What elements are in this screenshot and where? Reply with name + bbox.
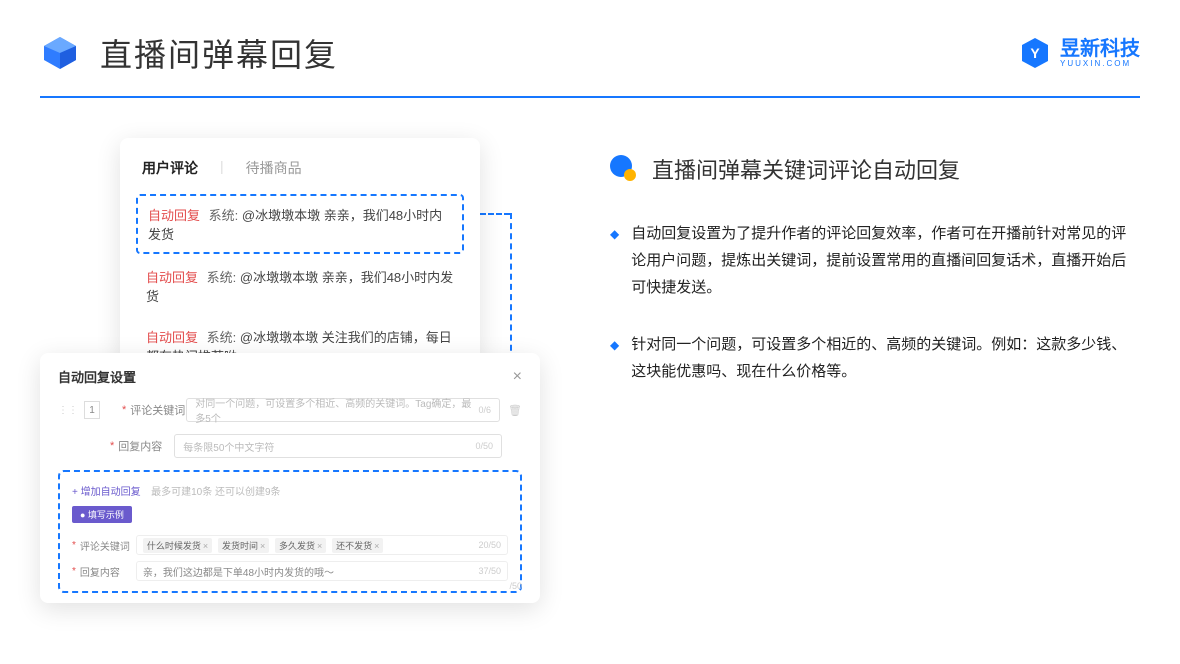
section-heading: 直播间弹幕关键词评论自动回复: [610, 153, 1140, 185]
example-reply-value: 亲，我们这边都是下单48小时内发货的哦～: [143, 564, 334, 579]
keyword-input[interactable]: 对同一个问题，可设置多个相近、高频的关键词。Tag确定，最多5个 0/6: [186, 398, 500, 422]
brand-name: 昱新科技: [1060, 39, 1140, 59]
tabs-row: 用户评论 | 待播商品: [120, 158, 480, 190]
system-label: 系统:: [207, 270, 237, 285]
auto-reply-tag: 自动回复: [146, 270, 198, 285]
diamond-icon: ◆: [610, 335, 619, 385]
keyword-token[interactable]: 发货时间×: [218, 538, 269, 553]
brand-sub: YUUXIN.COM: [1060, 59, 1140, 68]
reply-row: * 回复内容 每条限50个中文字符 0/50: [58, 434, 522, 458]
example-reply-row: * 回复内容 亲，我们这边都是下单48小时内发货的哦～ 37/50: [72, 561, 508, 581]
outside-count: /50: [509, 581, 522, 591]
settings-modal: 自动回复设置 × ⋮⋮ 1 * 评论关键词 对同一个问题，可设置多个相近、高频的…: [40, 353, 540, 603]
close-icon[interactable]: ×: [513, 368, 522, 386]
keyword-token[interactable]: 还不发货×: [332, 538, 383, 553]
reply-label: 回复内容: [118, 438, 174, 454]
keyword-label: 评论关键词: [130, 402, 186, 418]
tab-user-comments[interactable]: 用户评论: [142, 158, 198, 178]
add-hint: 最多可建10条 还可以创建9条: [151, 487, 280, 498]
example-keyword-count: 20/50: [478, 540, 501, 550]
tab-pending-goods[interactable]: 待播商品: [246, 158, 302, 178]
diamond-icon: ◆: [610, 224, 619, 301]
bullet-text: 针对同一个问题，可设置多个相近的、高频的关键词。例如：这款多少钱、这块能优惠吗、…: [631, 331, 1140, 385]
reply-count: 0/50: [475, 441, 493, 451]
bullet-text: 自动回复设置为了提升作者的评论回复效率，作者可在开播前针对常见的评论用户问题，提…: [631, 220, 1140, 301]
svg-text:Y: Y: [1030, 45, 1040, 61]
drag-handle-icon[interactable]: ⋮⋮: [58, 405, 78, 416]
required-star: *: [122, 404, 126, 416]
keyword-count: 0/6: [479, 405, 492, 415]
keyword-token[interactable]: 什么时候发货×: [143, 538, 212, 553]
bullet-item: ◆ 自动回复设置为了提升作者的评论回复效率，作者可在开播前针对常见的评论用户问题…: [610, 220, 1140, 301]
keyword-placeholder: 对同一个问题，可设置多个相近、高频的关键词。Tag确定，最多5个: [195, 395, 478, 425]
keyword-token[interactable]: 多久发货×: [275, 538, 326, 553]
row-index: 1: [84, 401, 100, 419]
example-keyword-label: 评论关键词: [80, 538, 136, 553]
page-header: 直播间弹幕回复 Y 昱新科技 YUUXIN.COM: [0, 0, 1180, 76]
required-star: *: [72, 540, 76, 551]
system-label: 系统:: [207, 330, 237, 345]
tab-divider: |: [220, 158, 224, 178]
comment-row: 自动回复 系统: @冰墩墩本墩 亲亲，我们48小时内发货: [136, 258, 464, 314]
example-reply-count: 37/50: [478, 566, 501, 576]
add-auto-reply-link[interactable]: + 增加自动回复: [72, 487, 141, 498]
cube-icon: [40, 33, 80, 73]
reply-placeholder: 每条限50个中文字符: [183, 439, 274, 454]
highlighted-comment: 自动回复 系统: @冰墩墩本墩 亲亲，我们48小时内发货: [136, 194, 464, 254]
required-star: *: [72, 566, 76, 577]
auto-reply-tag: 自动回复: [148, 208, 200, 223]
delete-icon[interactable]: 🗑: [508, 404, 522, 417]
example-keyword-row: * 评论关键词 什么时候发货× 发货时间× 多久发货× 还不发货× 20/50: [72, 535, 508, 555]
modal-title: 自动回复设置: [58, 367, 136, 386]
section-title: 直播间弹幕关键词评论自动回复: [652, 153, 960, 185]
example-box: + 增加自动回复 最多可建10条 还可以创建9条 ● 填写示例 * 评论关键词 …: [58, 470, 522, 593]
token-container: 什么时候发货× 发货时间× 多久发货× 还不发货×: [143, 538, 386, 553]
brand-logo-icon: Y: [1018, 36, 1052, 70]
required-star: *: [110, 440, 114, 452]
brand-block: Y 昱新科技 YUUXIN.COM: [1018, 36, 1140, 70]
page-title: 直播间弹幕回复: [100, 30, 338, 76]
reply-input[interactable]: 每条限50个中文字符 0/50: [174, 434, 502, 458]
comments-card: 用户评论 | 待播商品 自动回复 系统: @冰墩墩本墩 亲亲，我们48小时内发货…: [120, 138, 480, 363]
connector-line: [480, 213, 510, 215]
system-label: 系统:: [209, 208, 239, 223]
section-icon: [610, 155, 638, 183]
bullet-item: ◆ 针对同一个问题，可设置多个相近的、高频的关键词。例如：这款多少钱、这块能优惠…: [610, 331, 1140, 385]
auto-reply-tag: 自动回复: [146, 330, 198, 345]
example-badge: ● 填写示例: [72, 506, 132, 523]
example-reply-label: 回复内容: [80, 564, 136, 579]
keyword-row: ⋮⋮ 1 * 评论关键词 对同一个问题，可设置多个相近、高频的关键词。Tag确定…: [58, 398, 522, 422]
